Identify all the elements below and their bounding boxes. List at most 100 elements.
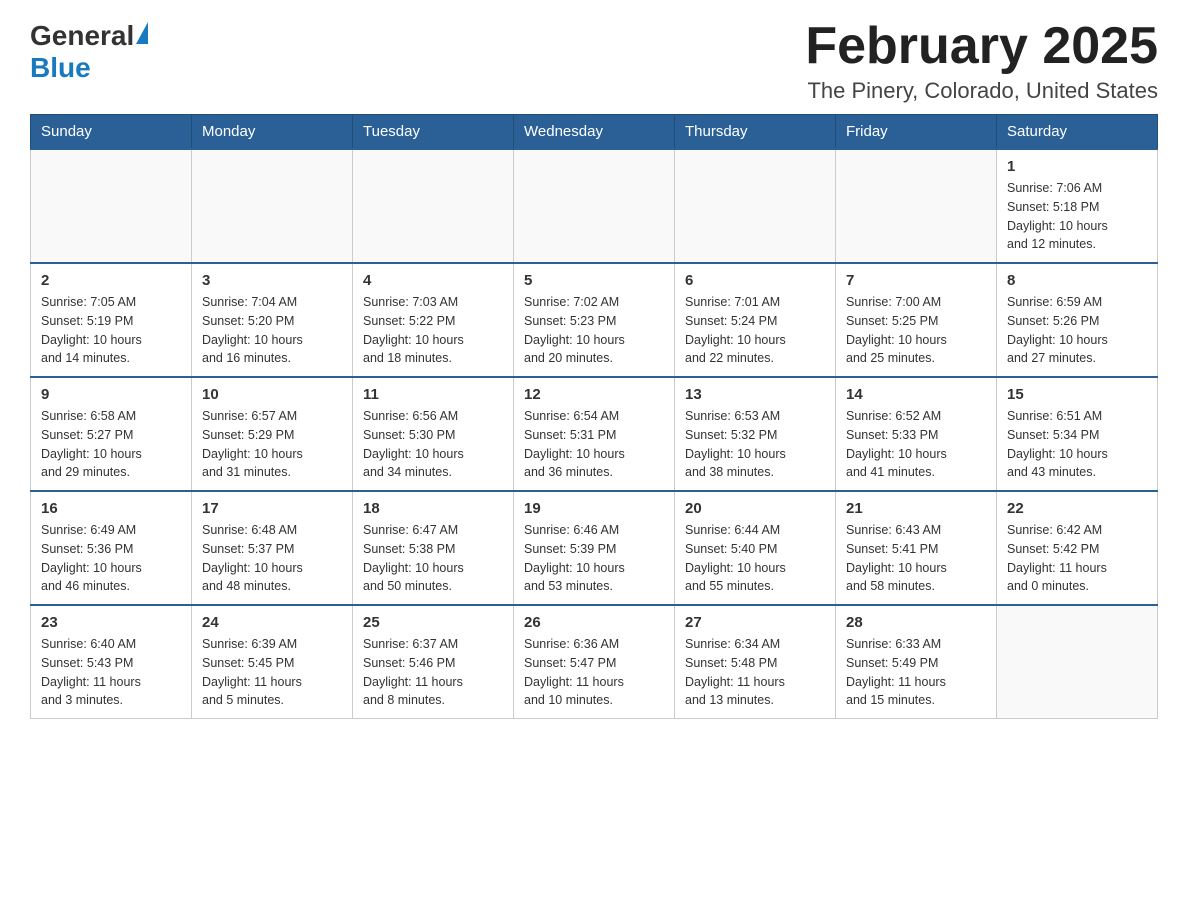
calendar-cell: 10 Sunrise: 6:57 AM Sunset: 5:29 PM Dayli… [192,377,353,491]
logo-blue-text: Blue [30,52,91,84]
calendar-cell: 13 Sunrise: 6:53 AM Sunset: 5:32 PM Dayli… [675,377,836,491]
day-info: Sunrise: 6:43 AM Sunset: 5:41 PM Dayligh… [846,521,986,596]
day-number: 17 [202,500,342,517]
calendar-cell [675,149,836,263]
location-subtitle: The Pinery, Colorado, United States [805,78,1158,104]
day-info: Sunrise: 7:05 AM Sunset: 5:19 PM Dayligh… [41,293,181,368]
day-info: Sunrise: 6:34 AM Sunset: 5:48 PM Dayligh… [685,635,825,710]
day-number: 20 [685,500,825,517]
day-number: 26 [524,614,664,631]
day-info: Sunrise: 6:47 AM Sunset: 5:38 PM Dayligh… [363,521,503,596]
weekday-header-sunday: Sunday [31,115,192,150]
calendar-cell: 16 Sunrise: 6:49 AM Sunset: 5:36 PM Dayli… [31,491,192,605]
calendar-cell: 2 Sunrise: 7:05 AM Sunset: 5:19 PM Daylig… [31,263,192,377]
day-info: Sunrise: 6:51 AM Sunset: 5:34 PM Dayligh… [1007,407,1147,482]
day-info: Sunrise: 6:49 AM Sunset: 5:36 PM Dayligh… [41,521,181,596]
day-number: 2 [41,272,181,289]
day-number: 23 [41,614,181,631]
weekday-header-friday: Friday [836,115,997,150]
calendar-cell: 14 Sunrise: 6:52 AM Sunset: 5:33 PM Dayli… [836,377,997,491]
calendar-cell: 12 Sunrise: 6:54 AM Sunset: 5:31 PM Dayli… [514,377,675,491]
day-info: Sunrise: 6:33 AM Sunset: 5:49 PM Dayligh… [846,635,986,710]
day-info: Sunrise: 7:02 AM Sunset: 5:23 PM Dayligh… [524,293,664,368]
day-info: Sunrise: 6:56 AM Sunset: 5:30 PM Dayligh… [363,407,503,482]
calendar-cell: 17 Sunrise: 6:48 AM Sunset: 5:37 PM Dayli… [192,491,353,605]
day-info: Sunrise: 6:39 AM Sunset: 5:45 PM Dayligh… [202,635,342,710]
day-number: 1 [1007,158,1147,175]
calendar-cell [353,149,514,263]
day-info: Sunrise: 6:52 AM Sunset: 5:33 PM Dayligh… [846,407,986,482]
week-row-2: 2 Sunrise: 7:05 AM Sunset: 5:19 PM Daylig… [31,263,1158,377]
day-number: 21 [846,500,986,517]
calendar-cell: 3 Sunrise: 7:04 AM Sunset: 5:20 PM Daylig… [192,263,353,377]
day-info: Sunrise: 6:40 AM Sunset: 5:43 PM Dayligh… [41,635,181,710]
day-info: Sunrise: 6:53 AM Sunset: 5:32 PM Dayligh… [685,407,825,482]
calendar-cell: 5Sunrise: 7:02 AM Sunset: 5:23 PM Daylig… [514,263,675,377]
day-info: Sunrise: 6:57 AM Sunset: 5:29 PM Dayligh… [202,407,342,482]
day-number: 11 [363,386,503,403]
day-info: Sunrise: 6:36 AM Sunset: 5:47 PM Dayligh… [524,635,664,710]
day-info: Sunrise: 7:01 AM Sunset: 5:24 PM Dayligh… [685,293,825,368]
calendar-cell: 20 Sunrise: 6:44 AM Sunset: 5:40 PM Dayli… [675,491,836,605]
calendar-cell: 25Sunrise: 6:37 AM Sunset: 5:46 PM Dayli… [353,605,514,719]
weekday-header-tuesday: Tuesday [353,115,514,150]
calendar-cell [997,605,1158,719]
calendar-cell: 6Sunrise: 7:01 AM Sunset: 5:24 PM Daylig… [675,263,836,377]
day-number: 19 [524,500,664,517]
calendar-cell: 24 Sunrise: 6:39 AM Sunset: 5:45 PM Dayli… [192,605,353,719]
month-year-title: February 2025 [805,20,1158,72]
calendar-cell: 26 Sunrise: 6:36 AM Sunset: 5:47 PM Dayli… [514,605,675,719]
calendar-cell: 8 Sunrise: 6:59 AM Sunset: 5:26 PM Daylig… [997,263,1158,377]
calendar-cell: 22 Sunrise: 6:42 AM Sunset: 5:42 PM Dayli… [997,491,1158,605]
day-number: 10 [202,386,342,403]
day-number: 4 [363,272,503,289]
logo: General Blue [30,20,148,84]
calendar-cell: 19Sunrise: 6:46 AM Sunset: 5:39 PM Dayli… [514,491,675,605]
day-info: Sunrise: 7:04 AM Sunset: 5:20 PM Dayligh… [202,293,342,368]
day-info: Sunrise: 6:54 AM Sunset: 5:31 PM Dayligh… [524,407,664,482]
weekday-header-monday: Monday [192,115,353,150]
day-info: Sunrise: 6:37 AM Sunset: 5:46 PM Dayligh… [363,635,503,710]
day-info: Sunrise: 6:48 AM Sunset: 5:37 PM Dayligh… [202,521,342,596]
weekday-header-saturday: Saturday [997,115,1158,150]
calendar-cell: 7 Sunrise: 7:00 AM Sunset: 5:25 PM Daylig… [836,263,997,377]
calendar-cell: 23 Sunrise: 6:40 AM Sunset: 5:43 PM Dayli… [31,605,192,719]
day-info: Sunrise: 7:00 AM Sunset: 5:25 PM Dayligh… [846,293,986,368]
day-number: 9 [41,386,181,403]
week-row-3: 9 Sunrise: 6:58 AM Sunset: 5:27 PM Daylig… [31,377,1158,491]
week-row-5: 23 Sunrise: 6:40 AM Sunset: 5:43 PM Dayli… [31,605,1158,719]
logo-general-text: General [30,20,134,52]
calendar-cell [836,149,997,263]
day-info: Sunrise: 6:44 AM Sunset: 5:40 PM Dayligh… [685,521,825,596]
page-header: General Blue February 2025 The Pinery, C… [30,20,1158,104]
day-number: 7 [846,272,986,289]
calendar-cell: 21 Sunrise: 6:43 AM Sunset: 5:41 PM Dayli… [836,491,997,605]
day-number: 3 [202,272,342,289]
day-number: 8 [1007,272,1147,289]
day-number: 15 [1007,386,1147,403]
calendar-cell [192,149,353,263]
day-number: 14 [846,386,986,403]
day-info: Sunrise: 6:59 AM Sunset: 5:26 PM Dayligh… [1007,293,1147,368]
logo-triangle-icon [136,22,148,44]
calendar-cell: 27 Sunrise: 6:34 AM Sunset: 5:48 PM Dayli… [675,605,836,719]
day-number: 13 [685,386,825,403]
day-number: 27 [685,614,825,631]
day-number: 12 [524,386,664,403]
day-info: Sunrise: 6:42 AM Sunset: 5:42 PM Dayligh… [1007,521,1147,596]
day-info: Sunrise: 6:58 AM Sunset: 5:27 PM Dayligh… [41,407,181,482]
day-info: Sunrise: 7:03 AM Sunset: 5:22 PM Dayligh… [363,293,503,368]
week-row-1: 1Sunrise: 7:06 AM Sunset: 5:18 PM Daylig… [31,149,1158,263]
calendar-cell: 1Sunrise: 7:06 AM Sunset: 5:18 PM Daylig… [997,149,1158,263]
title-block: February 2025 The Pinery, Colorado, Unit… [805,20,1158,104]
day-number: 16 [41,500,181,517]
week-row-4: 16 Sunrise: 6:49 AM Sunset: 5:36 PM Dayli… [31,491,1158,605]
day-number: 18 [363,500,503,517]
calendar-cell: 4 Sunrise: 7:03 AM Sunset: 5:22 PM Daylig… [353,263,514,377]
calendar-table: SundayMondayTuesdayWednesdayThursdayFrid… [30,114,1158,719]
day-number: 24 [202,614,342,631]
day-number: 22 [1007,500,1147,517]
calendar-cell: 28Sunrise: 6:33 AM Sunset: 5:49 PM Dayli… [836,605,997,719]
weekday-header-thursday: Thursday [675,115,836,150]
calendar-cell: 11 Sunrise: 6:56 AM Sunset: 5:30 PM Dayli… [353,377,514,491]
